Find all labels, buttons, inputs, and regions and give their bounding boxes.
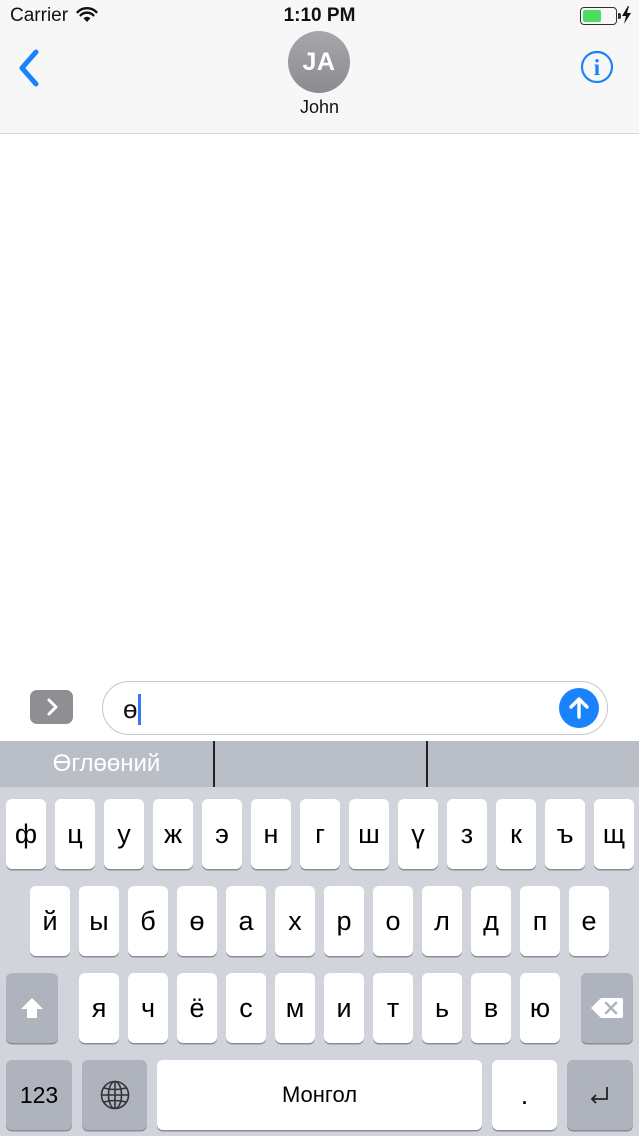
letter-key[interactable]: б bbox=[128, 886, 168, 956]
letter-key[interactable]: ж bbox=[153, 799, 193, 869]
letter-key[interactable]: г bbox=[300, 799, 340, 869]
message-input-value: ө bbox=[123, 694, 138, 724]
message-input-text: ө bbox=[123, 694, 142, 725]
contact-name[interactable]: John bbox=[0, 97, 639, 118]
svg-text:i: i bbox=[594, 55, 601, 80]
letter-key[interactable]: ь bbox=[422, 973, 462, 1043]
letter-key[interactable]: й bbox=[30, 886, 70, 956]
letter-key[interactable]: н bbox=[251, 799, 291, 869]
suggestion-2[interactable] bbox=[215, 741, 426, 787]
chevron-left-icon bbox=[19, 49, 39, 87]
globe-icon bbox=[100, 1080, 129, 1110]
back-button[interactable] bbox=[14, 48, 46, 88]
shift-icon bbox=[21, 998, 43, 1018]
letter-key[interactable]: в bbox=[471, 973, 511, 1043]
apps-expand-button[interactable] bbox=[30, 690, 73, 724]
letter-key[interactable]: ы bbox=[79, 886, 119, 956]
return-icon bbox=[590, 1087, 608, 1104]
text-cursor bbox=[138, 694, 142, 725]
battery-icon bbox=[580, 7, 621, 25]
letter-key[interactable]: ц bbox=[55, 799, 95, 869]
letter-key[interactable]: ю bbox=[520, 973, 560, 1043]
letter-key[interactable]: е bbox=[569, 886, 609, 956]
shift-key[interactable] bbox=[6, 973, 58, 1043]
letter-key[interactable]: ъ bbox=[545, 799, 585, 869]
numbers-key[interactable]: 123 bbox=[6, 1060, 72, 1130]
letter-key[interactable]: з bbox=[447, 799, 487, 869]
info-icon: i bbox=[580, 50, 614, 84]
letter-key[interactable]: о bbox=[373, 886, 413, 956]
keyboard: фцужэнгшүзкъщ йыбөахролдпе ячёсмитьвю 12… bbox=[0, 787, 639, 1136]
send-button[interactable] bbox=[559, 688, 599, 728]
letter-key[interactable]: ш bbox=[349, 799, 389, 869]
avatar[interactable]: JA bbox=[288, 31, 350, 93]
battery-level bbox=[583, 10, 601, 22]
chevron-right-icon bbox=[47, 698, 57, 716]
letter-key[interactable]: э bbox=[202, 799, 242, 869]
period-key[interactable]: . bbox=[492, 1060, 557, 1130]
globe-key[interactable] bbox=[82, 1060, 147, 1130]
letter-key[interactable]: у bbox=[104, 799, 144, 869]
letter-key[interactable]: а bbox=[226, 886, 266, 956]
letter-key[interactable]: л bbox=[422, 886, 462, 956]
letter-key[interactable]: щ bbox=[594, 799, 634, 869]
suggestion-1[interactable]: Өглөөний bbox=[0, 741, 213, 787]
letter-key[interactable]: ө bbox=[177, 886, 217, 956]
letter-key[interactable]: с bbox=[226, 973, 266, 1043]
letter-key[interactable]: х bbox=[275, 886, 315, 956]
letter-key[interactable]: ф bbox=[6, 799, 46, 869]
letter-key[interactable]: т bbox=[373, 973, 413, 1043]
status-time: 1:10 PM bbox=[283, 5, 356, 26]
letter-key[interactable]: ч bbox=[128, 973, 168, 1043]
charging-bolt-icon bbox=[622, 6, 631, 24]
info-button[interactable]: i bbox=[580, 50, 614, 84]
suggestion-3[interactable] bbox=[428, 741, 639, 787]
letter-key[interactable]: ё bbox=[177, 973, 217, 1043]
backspace-icon bbox=[591, 998, 623, 1018]
delete-key[interactable] bbox=[581, 973, 633, 1043]
space-key[interactable]: Монгол bbox=[157, 1060, 482, 1130]
letter-key[interactable]: я bbox=[79, 973, 119, 1043]
letter-key[interactable]: м bbox=[275, 973, 315, 1043]
message-input[interactable]: ө bbox=[102, 681, 608, 735]
suggestion-bar: Өглөөний bbox=[0, 741, 639, 787]
arrow-up-icon bbox=[569, 697, 589, 719]
letter-key[interactable]: д bbox=[471, 886, 511, 956]
letter-key[interactable]: р bbox=[324, 886, 364, 956]
letter-key[interactable]: к bbox=[496, 799, 536, 869]
return-key[interactable] bbox=[567, 1060, 633, 1130]
letter-key[interactable]: и bbox=[324, 973, 364, 1043]
letter-key[interactable]: п bbox=[520, 886, 560, 956]
letter-key[interactable]: ү bbox=[398, 799, 438, 869]
status-bar: Carrier 1:10 PM bbox=[0, 0, 639, 32]
message-thread[interactable] bbox=[0, 135, 639, 675]
